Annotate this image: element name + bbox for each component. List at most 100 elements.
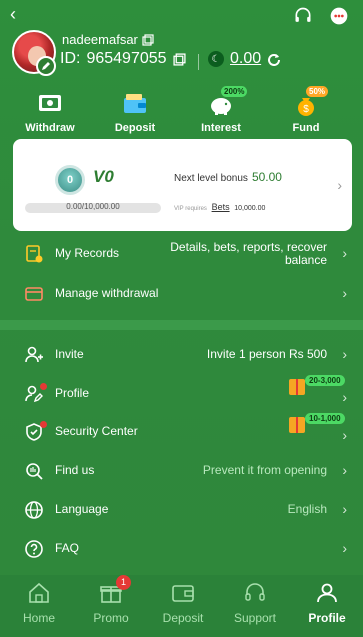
fund-tag: 50% [306, 86, 329, 97]
bottom-nav: Home 1 Promo Deposit Support Profile [0, 575, 363, 637]
nav-home[interactable]: Home [3, 575, 75, 637]
vip-level: V0 [93, 167, 114, 186]
home-icon [29, 582, 49, 603]
fund-action[interactable]: $ 50% Fund [271, 86, 341, 134]
balance-value[interactable]: 0.00 [230, 50, 261, 68]
search-document-icon [26, 463, 43, 480]
nav-profile-label: Profile [308, 611, 346, 625]
next-level-label: Next level bonus [174, 173, 248, 184]
invite-label: Invite [55, 347, 84, 361]
profile-row[interactable]: Profile 20-3,000 › [0, 375, 363, 413]
user-id: ID: 965497055 [60, 50, 186, 68]
balance: ☾ 0.00 [208, 50, 281, 68]
language-value: English [287, 502, 327, 516]
chevron-right-icon: › [342, 245, 347, 261]
withdraw-label: Withdraw [25, 122, 75, 134]
find-us-row[interactable]: Find us Prevent it from opening › [0, 452, 363, 490]
id-label: ID: [60, 50, 81, 67]
interest-action[interactable]: 200% Interest [186, 86, 256, 134]
add-user-icon [25, 346, 43, 363]
headset-icon[interactable] [293, 6, 313, 26]
nav-promo-label: Promo [93, 611, 129, 625]
chevron-right-icon: › [342, 285, 347, 301]
username-text: nadeemafsar [62, 32, 138, 47]
deposit-label: Deposit [114, 122, 156, 134]
id-value: 965497055 [86, 50, 167, 67]
top-bar: ‹ [0, 0, 363, 30]
chevron-right-icon: › [342, 427, 347, 443]
pakistan-flag-icon: ☾ [208, 51, 224, 67]
svg-text:$: $ [303, 104, 309, 115]
vip-requirement: VIP requires Bets 10,000.00 [174, 202, 265, 212]
wallet-icon [124, 94, 146, 113]
interest-label: Interest [201, 122, 241, 134]
chevron-right-icon: › [342, 389, 347, 405]
promo-badge: 1 [116, 575, 131, 590]
chevron-right-icon: › [342, 540, 347, 556]
nav-support[interactable]: Support [219, 575, 291, 637]
manage-withdrawal-label: Manage withdrawal [55, 286, 159, 300]
records-icon [26, 245, 43, 263]
quick-actions: Withdraw Deposit 200% Interest $ 50% Fun… [0, 86, 363, 136]
security-center-label: Security Center [55, 424, 138, 438]
withdrawal-card-icon [25, 287, 43, 301]
faq-row[interactable]: FAQ › [0, 530, 363, 568]
profile-page: ‹ nadeemafsar ID: 965497055 ☾ 0.00 Withd… [0, 0, 363, 637]
nav-deposit[interactable]: Deposit [147, 575, 219, 637]
invite-row[interactable]: Invite Invite 1 person Rs 500 › [0, 336, 363, 374]
profile-reward: 20-3,000 [289, 375, 349, 399]
nav-promo[interactable]: 1 Promo [75, 575, 147, 637]
back-arrow-icon[interactable]: ‹ [10, 5, 16, 23]
chat-bubble-icon[interactable] [329, 6, 349, 26]
profile-label: Profile [55, 386, 90, 400]
my-records-value: Details, bets, reports, recover balance [170, 240, 327, 267]
security-reward-pill: 10-1,000 [305, 413, 345, 424]
chevron-right-icon: › [342, 346, 347, 362]
bets-link[interactable]: Bets [212, 202, 230, 212]
vip-progress-text: 0.00/10,000.00 [66, 202, 120, 211]
my-records-label: My Records [55, 246, 120, 260]
withdraw-action[interactable]: Withdraw [15, 92, 85, 134]
nav-support-label: Support [233, 611, 277, 625]
nav-home-label: Home [22, 611, 55, 625]
headset-outline-icon [245, 583, 265, 601]
invite-value: Invite 1 person Rs 500 [206, 347, 327, 361]
next-level-bonus: Next level bonus 50.00 [174, 170, 282, 184]
security-reward: 10-1,000 [289, 413, 349, 437]
chevron-right-icon: › [337, 177, 342, 193]
nav-deposit-label: Deposit [162, 611, 204, 625]
copy-icon[interactable] [142, 33, 154, 46]
faq-label: FAQ [55, 541, 80, 555]
vip-level-badge: 0 [55, 165, 85, 195]
copy-id-icon[interactable] [172, 52, 186, 66]
manage-withdrawal-row[interactable]: Manage withdrawal › [0, 275, 363, 313]
security-center-row[interactable]: Security Center 10-1,000 › [0, 413, 363, 451]
refresh-icon[interactable] [267, 52, 281, 66]
profile-reward-pill: 20-3,000 [305, 375, 345, 386]
gift-box-icon [289, 417, 305, 433]
section-divider [0, 320, 363, 330]
gift-box-icon [289, 379, 305, 395]
interest-tag: 200% [221, 86, 248, 97]
user-header: nadeemafsar ID: 965497055 ☾ 0.00 [12, 30, 362, 76]
question-icon [25, 540, 43, 558]
wallet-outline-icon [172, 585, 194, 602]
nav-profile[interactable]: Profile [291, 575, 363, 637]
find-us-value: Prevent it from opening [202, 463, 327, 477]
next-level-value: 50.00 [251, 170, 282, 184]
chevron-right-icon: › [342, 501, 347, 517]
notification-dot [40, 421, 47, 428]
language-row[interactable]: Language English › [0, 491, 363, 529]
vip-req-label: VIP requires [174, 206, 207, 212]
find-us-label: Find us [55, 463, 95, 477]
username: nadeemafsar [62, 32, 154, 47]
user-icon [317, 583, 337, 603]
my-records-row[interactable]: My Records Details, bets, reports, recov… [0, 235, 363, 277]
vip-req-value: 10,000.00 [234, 205, 266, 212]
vip-card[interactable]: 0 V0 0.00/10,000.00 Next level bonus 50.0… [13, 139, 352, 231]
chevron-right-icon: › [342, 462, 347, 478]
language-label: Language [55, 502, 109, 516]
deposit-action[interactable]: Deposit [100, 92, 170, 134]
edit-avatar-icon[interactable] [36, 56, 56, 76]
vip-progress-bar: 0.00/10,000.00 [25, 202, 161, 213]
